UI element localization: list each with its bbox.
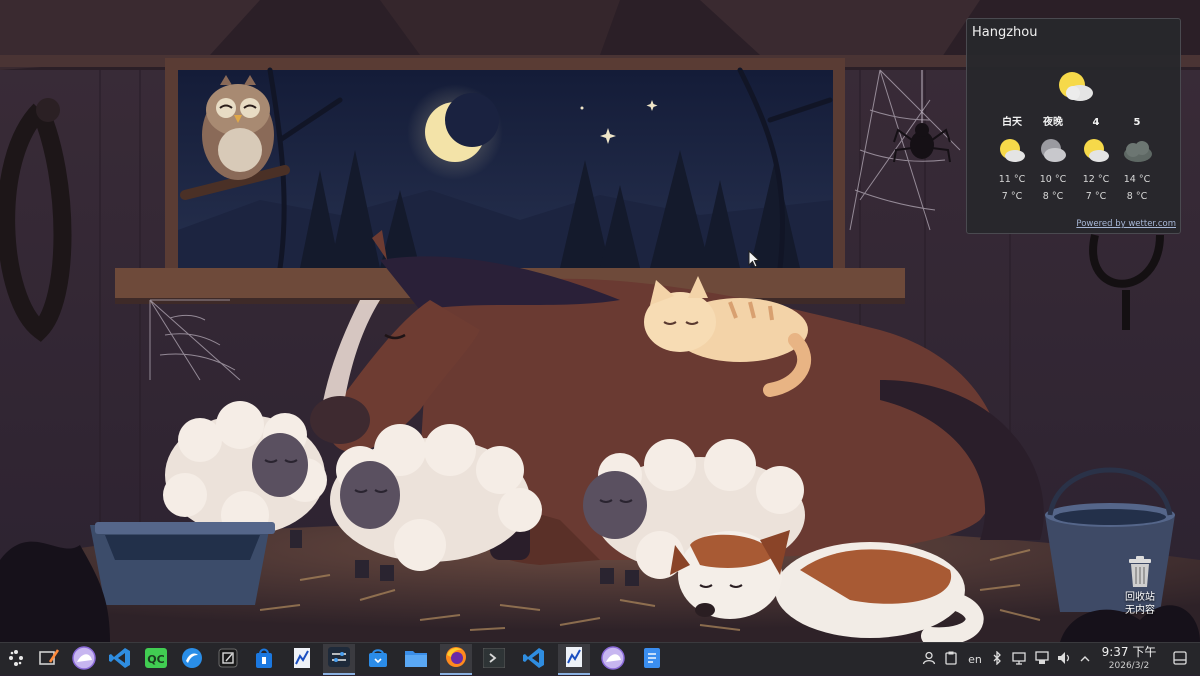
taskbar-app-deepin-browser[interactable]: [176, 644, 208, 675]
screen-capture-icon: [1012, 651, 1026, 668]
taskbar-app-document-viewer[interactable]: [636, 644, 668, 675]
taskbar-app-browser-2[interactable]: [597, 644, 629, 675]
forecast-day-0: 白天 11 °C 7 °C: [992, 115, 1032, 205]
night-cloud-icon: [1033, 131, 1073, 171]
sunny-cloud-icon: [992, 131, 1032, 171]
network-tray-button[interactable]: [1033, 643, 1051, 676]
sunny-cloud-icon: [1076, 131, 1116, 171]
notification-center-button[interactable]: [1170, 643, 1190, 676]
input-method-button[interactable]: en: [964, 643, 986, 676]
sunny-cloud-icon: [1055, 69, 1095, 109]
mouse-pointer-icon: [748, 249, 761, 272]
blue-compass-icon: [181, 647, 203, 673]
chart-document-icon: [291, 647, 313, 673]
clock-date: 2026/3/2: [1108, 661, 1150, 671]
vscode-icon: [109, 647, 131, 673]
taskbar: QC en 9:37 下午 2026/3/2: [0, 642, 1200, 675]
wired-network-icon: [1035, 651, 1049, 668]
vscode-icon: [523, 647, 545, 673]
trash-desktop-icon[interactable]: 回收站 无内容: [1112, 556, 1168, 617]
clipboard-tray-button[interactable]: [942, 643, 960, 676]
volume-icon: [1057, 651, 1071, 668]
qt-creator-icon: QC: [145, 647, 167, 672]
globe-icon: [601, 645, 625, 674]
taskbar-app-firefox[interactable]: [440, 644, 472, 675]
bluetooth-icon: [992, 650, 1002, 668]
trash-icon: [1125, 556, 1155, 591]
chart-document-icon: [563, 646, 585, 672]
weather-widget[interactable]: Hangzhou 白天 11 °C 7 °C 夜晚 10 °C 8 °C 4 1…: [966, 18, 1181, 234]
taskbar-app-file-manager[interactable]: [400, 644, 432, 675]
taskbar-app-editor[interactable]: [33, 644, 65, 675]
clipboard-icon: [945, 651, 957, 668]
clock-button[interactable]: 9:37 下午 2026/3/2: [1098, 645, 1160, 672]
deepin-launcher-icon: [6, 648, 26, 672]
taskbar-app-vscode[interactable]: [104, 644, 136, 675]
weather-source-link[interactable]: Powered by wetter.com: [1076, 219, 1176, 229]
clock-time: 9:37 下午: [1101, 645, 1157, 659]
forecast-day-3: 5 14 °C 8 °C: [1117, 115, 1157, 205]
taskbar-app-qtcreator[interactable]: QC: [140, 644, 172, 675]
document-icon: [643, 647, 661, 673]
svg-text:QC: QC: [147, 653, 164, 666]
blue-bag-icon: [367, 647, 389, 673]
taskbar-app-system-monitor[interactable]: [286, 644, 318, 675]
volume-tray-button[interactable]: [1055, 643, 1073, 676]
firefox-icon: [445, 646, 467, 672]
taskbar-app-system-monitor-2[interactable]: [558, 644, 590, 675]
taskbar-app-terminal[interactable]: [478, 644, 510, 675]
forecast-day-2: 4 12 °C 7 °C: [1076, 115, 1116, 205]
terminal-icon: [482, 647, 506, 672]
app-launcher-button[interactable]: [0, 644, 32, 675]
taskbar-app-notes[interactable]: [212, 644, 244, 675]
weather-city: Hangzhou: [972, 25, 1038, 40]
user-tray-button[interactable]: [920, 643, 938, 676]
notification-panel-icon: [1173, 651, 1187, 668]
settings-sliders-icon: [328, 646, 350, 671]
trash-status: 无内容: [1125, 605, 1155, 616]
taskbar-app-browser[interactable]: [68, 644, 100, 675]
tray-expand-button[interactable]: [1077, 643, 1093, 676]
forecast-day-1: 夜晚 10 °C 8 °C: [1033, 115, 1073, 205]
chat-pen-icon: [38, 648, 60, 672]
taskbar-app-control-center[interactable]: [323, 644, 355, 675]
user-icon: [922, 651, 936, 668]
globe-icon: [72, 645, 96, 674]
folder-icon: [404, 648, 428, 672]
taskbar-app-store[interactable]: [248, 644, 280, 675]
taskbar-app-app-store[interactable]: [362, 644, 394, 675]
bluetooth-tray-button[interactable]: [989, 643, 1005, 676]
shopping-bag-icon: [253, 647, 275, 673]
notepad-icon: [217, 647, 239, 673]
screen-tray-button[interactable]: [1010, 643, 1028, 676]
cloud-icon: [1117, 131, 1157, 171]
trash-label: 回收站: [1125, 592, 1155, 603]
chevron-up-icon: [1080, 653, 1090, 666]
taskbar-app-vscode-2[interactable]: [518, 644, 550, 675]
